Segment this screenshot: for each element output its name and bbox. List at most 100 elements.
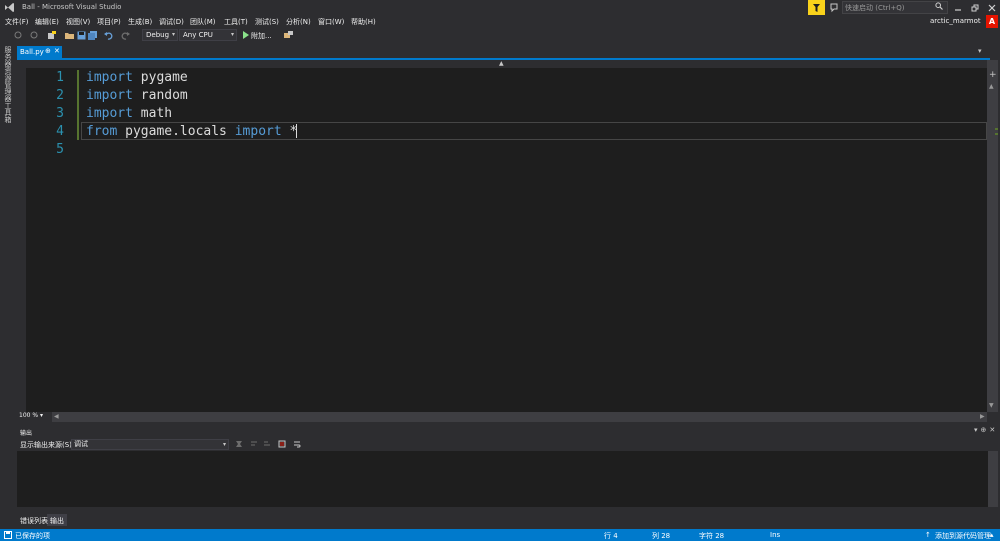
output-panel-controls[interactable]: ▾⊕✕ <box>974 426 998 434</box>
platform-value: Any CPU <box>183 31 213 39</box>
start-icon[interactable] <box>241 30 251 40</box>
menu-help[interactable]: 帮助(H) <box>351 17 376 27</box>
line-number: 2 <box>56 88 64 103</box>
open-file-icon[interactable] <box>64 30 74 40</box>
restore-icon <box>971 4 978 11</box>
menu-debug[interactable]: 调试(D) <box>159 17 184 27</box>
status-arrow-up-icon: ↑ <box>925 531 931 539</box>
zoom-select[interactable]: 100 % ▾ <box>17 412 53 422</box>
output-source-label: 显示输出来源(S): <box>20 441 75 449</box>
identifier: random <box>132 88 188 103</box>
menu-test[interactable]: 测试(S) <box>255 17 279 27</box>
server-explorer-tab[interactable]: 服务器资源管理器 <box>3 46 13 102</box>
status-message: 已保存的项 <box>15 532 50 540</box>
output-source-value: 调试 <box>74 440 88 448</box>
code-line[interactable]: from pygame.locals import * <box>86 124 297 139</box>
scroll-left-icon[interactable]: ◀ <box>54 413 59 420</box>
source-control-button[interactable]: 添加到源代码管理 <box>935 531 991 541</box>
find-message-icon[interactable] <box>235 440 243 450</box>
menu-analyze[interactable]: 分析(N) <box>286 17 311 27</box>
split-window-icon[interactable]: + <box>989 70 997 80</box>
user-name[interactable]: arctic_marmot <box>930 17 981 25</box>
line-number: 1 <box>56 70 64 85</box>
undo-icon[interactable] <box>103 30 113 40</box>
menu-bar: 文件(F) 编辑(E) 视图(V) 项目(P) 生成(B) 调试(D) 团队(M… <box>0 15 1000 28</box>
close-tab-icon[interactable]: ✕ <box>54 47 60 55</box>
status-insert-mode: Ins <box>770 531 781 539</box>
menu-build[interactable]: 生成(B) <box>128 17 152 27</box>
notification-flag-icon[interactable] <box>808 0 825 15</box>
scroll-down-icon[interactable]: ▼ <box>989 402 994 409</box>
save-all-icon[interactable] <box>87 30 97 40</box>
status-bar <box>0 529 1000 541</box>
configuration-select[interactable]: Debug ▾ <box>142 29 178 41</box>
new-project-icon[interactable] <box>46 30 56 40</box>
identifier: pygame <box>132 70 188 85</box>
menu-tools[interactable]: 工具(T) <box>224 17 248 27</box>
document-tab-label: Ball.py <box>20 48 44 56</box>
line-number: 3 <box>56 106 64 121</box>
search-icon[interactable] <box>935 2 943 12</box>
chevron-down-icon: ▾ <box>39 412 43 419</box>
configuration-value: Debug <box>146 31 170 39</box>
clear-all-icon[interactable] <box>278 440 286 450</box>
scroll-change-marker <box>995 128 998 130</box>
next-message-icon[interactable] <box>263 440 271 450</box>
chevron-down-icon[interactable]: ▾ <box>978 47 982 55</box>
pin-icon[interactable]: ⊕ <box>45 47 51 55</box>
status-line: 行 4 <box>604 532 618 540</box>
forward-icon[interactable] <box>29 30 39 40</box>
chevron-up-icon[interactable]: ▴ <box>990 531 994 539</box>
operator: * <box>281 124 298 139</box>
output-panel-header <box>17 426 1000 437</box>
window-title: Ball - Microsoft Visual Studio <box>22 3 122 11</box>
code-line[interactable]: import math <box>86 106 172 121</box>
menu-window[interactable]: 窗口(W) <box>318 17 344 27</box>
back-icon[interactable] <box>13 30 23 40</box>
menu-edit[interactable]: 编辑(E) <box>35 17 59 27</box>
status-save-icon <box>4 531 12 541</box>
menu-project[interactable]: 项目(P) <box>97 17 121 27</box>
output-horizontal-scrollbar[interactable] <box>17 507 998 512</box>
previous-message-icon[interactable] <box>250 440 258 450</box>
code-line[interactable]: import pygame <box>86 70 188 85</box>
scroll-up-icon[interactable]: ▲ <box>989 83 994 90</box>
scroll-right-icon[interactable]: ▶ <box>980 413 985 420</box>
editor-vertical-scrollbar[interactable] <box>987 60 998 412</box>
save-icon[interactable] <box>76 30 86 40</box>
close-window-button[interactable] <box>983 0 1000 15</box>
redo-icon[interactable] <box>120 30 130 40</box>
scroll-change-marker <box>995 133 998 135</box>
restore-button[interactable] <box>966 0 983 15</box>
tab-error-list[interactable]: 错误列表 <box>20 516 48 526</box>
editor-horizontal-scrollbar[interactable] <box>52 412 987 422</box>
feedback-icon[interactable] <box>828 2 839 13</box>
status-column: 列 28 <box>652 532 671 540</box>
keyword: import <box>86 70 133 85</box>
minimize-button[interactable] <box>949 0 966 15</box>
output-text-area[interactable] <box>17 451 988 507</box>
menu-view[interactable]: 视图(V) <box>66 17 90 27</box>
toolbox-tab[interactable]: 工具箱 <box>3 102 13 123</box>
attach-icon[interactable] <box>283 30 293 40</box>
line-number: 4 <box>56 124 64 139</box>
output-vertical-scrollbar[interactable] <box>988 451 998 507</box>
status-char: 字符 28 <box>699 532 725 540</box>
close-icon[interactable]: ✕ <box>989 426 998 434</box>
changed-lines-marker <box>77 70 79 140</box>
side-rail: 服务器资源管理器 工具箱 <box>0 44 16 529</box>
tab-output[interactable]: 输出 <box>50 516 64 526</box>
start-button-label[interactable]: 附加... <box>251 31 272 41</box>
zoom-value: 100 % <box>19 412 39 419</box>
code-line[interactable]: import random <box>86 88 188 103</box>
menu-file[interactable]: 文件(F) <box>5 17 29 27</box>
output-panel-title: 输出 <box>20 430 33 437</box>
keyword: import <box>234 124 282 139</box>
output-source-select[interactable]: 调试 ▾ <box>71 439 229 450</box>
platform-select[interactable]: Any CPU ▾ <box>179 29 237 41</box>
avatar[interactable]: A <box>986 15 998 28</box>
menu-team[interactable]: 团队(M) <box>190 17 216 27</box>
word-wrap-icon[interactable] <box>293 440 301 450</box>
expand-navigation-icon[interactable]: ▲ <box>499 60 504 67</box>
close-icon <box>988 4 995 11</box>
